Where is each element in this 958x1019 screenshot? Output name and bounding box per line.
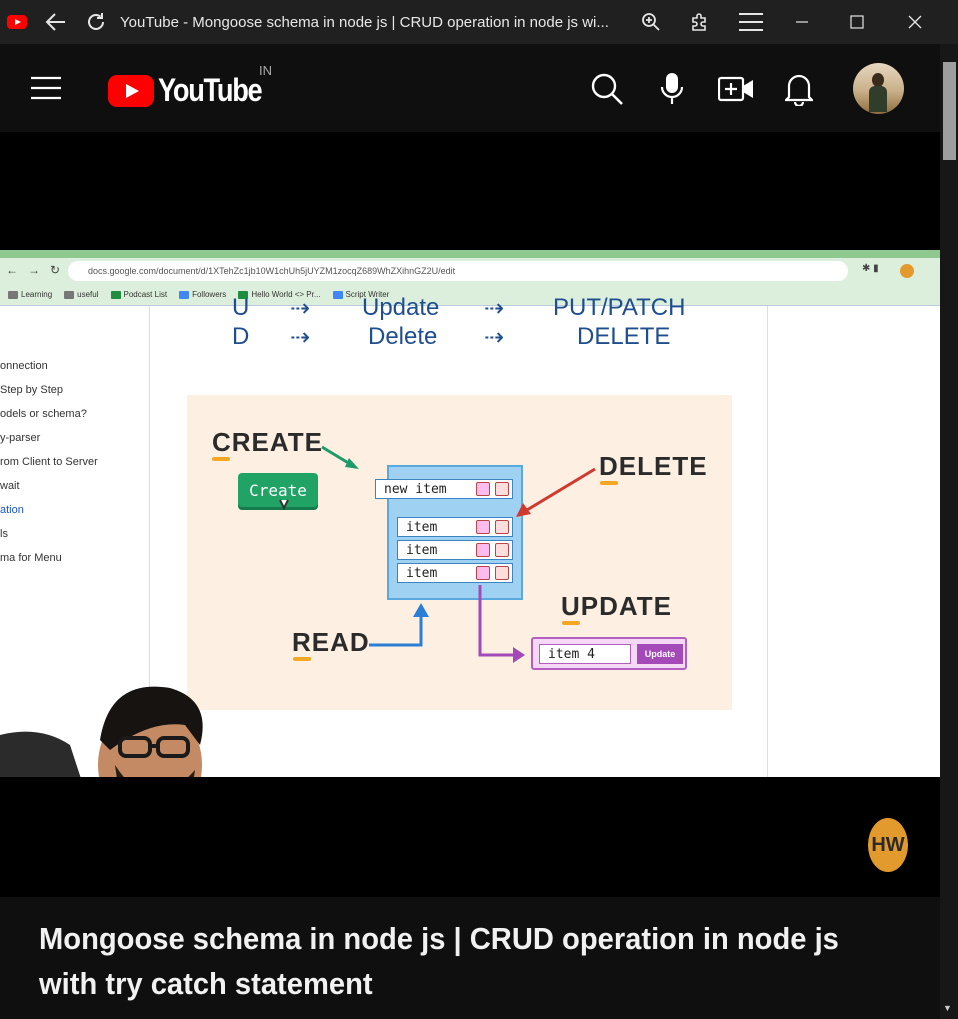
bell-icon[interactable] — [783, 72, 815, 111]
recorded-forward-icon: → — [28, 263, 40, 277]
crud-method: DELETE — [577, 323, 671, 350]
recorded-tab-strip — [0, 250, 940, 258]
crud-op: Update — [362, 294, 440, 321]
video-title: Mongoose schema in node js | CRUD operat… — [39, 921, 839, 1001]
recorded-profile-icon — [900, 264, 914, 278]
outline-item-active: ation — [0, 504, 24, 516]
outline-item: ls — [0, 528, 8, 540]
crud-letter: U — [232, 294, 250, 321]
recorded-address-bar: ← → ↻ docs.google.com/document/d/1XTehZc… — [0, 258, 940, 284]
logo-text: YouTube — [158, 72, 263, 108]
outline-item: rom Client to Server — [0, 456, 98, 468]
outline-item: wait — [0, 480, 20, 492]
zoom-icon[interactable] — [628, 0, 674, 44]
create-video-icon[interactable] — [717, 76, 754, 107]
diagram-arrows — [279, 445, 596, 663]
outline-item: ma for Menu — [0, 552, 62, 564]
bookmark-item: useful — [64, 290, 99, 299]
page-scrollbar[interactable] — [940, 44, 958, 1019]
outline-item: Step by Step — [0, 384, 63, 396]
recorded-bookmarks-bar: Learning useful Podcast List Followers H… — [0, 284, 940, 306]
video-player[interactable]: ← → ↻ docs.google.com/document/d/1XTehZc… — [0, 132, 940, 897]
crud-arrow: ⇢ — [484, 324, 505, 351]
youtube-play-icon — [108, 74, 154, 107]
bookmark-item: Followers — [179, 290, 226, 299]
search-icon[interactable] — [590, 72, 624, 111]
mic-icon[interactable] — [660, 72, 684, 111]
channel-watermark[interactable]: HW — [868, 818, 908, 872]
crud-arrow: ⇢ — [484, 295, 505, 322]
youtube-logo[interactable]: YouTube — [108, 72, 280, 109]
avatar[interactable] — [853, 63, 904, 114]
scroll-down-icon[interactable]: ▼ — [943, 1003, 952, 1013]
crud-arrow: ⇢ — [290, 324, 311, 351]
outline-item: onnection — [0, 360, 48, 372]
region-code: IN — [259, 63, 272, 78]
youtube-favicon-icon — [0, 0, 34, 44]
window-title: YouTube - Mongoose schema in node js | C… — [120, 13, 609, 31]
recorded-back-icon: ← — [6, 263, 18, 277]
outline-item: odels or schema? — [0, 408, 87, 420]
recorded-url: docs.google.com/document/d/1XTehZc1jb10W… — [68, 261, 848, 281]
browser-title-bar: YouTube - Mongoose schema in node js | C… — [0, 0, 958, 44]
back-icon[interactable] — [34, 0, 78, 44]
crud-arrow: ⇢ — [290, 295, 311, 322]
bookmark-item: Podcast List — [110, 290, 167, 299]
crud-method: PUT/PATCH — [553, 294, 686, 321]
crud-diagram: CREATE Create DELETE UPDATE READ new ite… — [187, 395, 732, 710]
reload-icon[interactable] — [78, 0, 114, 44]
recorded-extension-icons: ✱ ▮ — [862, 263, 879, 274]
recorded-reload-icon: ↻ — [50, 263, 61, 277]
outline-item: y-parser — [0, 432, 41, 444]
youtube-header: YouTube IN — [0, 44, 940, 132]
crud-letter: D — [232, 323, 250, 350]
crud-op: Delete — [368, 323, 438, 350]
video-frame: ← → ↻ docs.google.com/document/d/1XTehZc… — [0, 250, 940, 777]
scrollbar-thumb[interactable] — [943, 62, 956, 160]
extensions-icon[interactable] — [674, 0, 726, 44]
close-icon[interactable] — [886, 0, 944, 44]
menu-lines-icon[interactable] — [726, 0, 776, 44]
menu-icon[interactable] — [30, 76, 62, 105]
bookmark-item: Learning — [8, 290, 52, 299]
maximize-icon[interactable] — [828, 0, 886, 44]
presenter-image — [0, 686, 203, 777]
minimize-icon[interactable] — [776, 0, 828, 44]
